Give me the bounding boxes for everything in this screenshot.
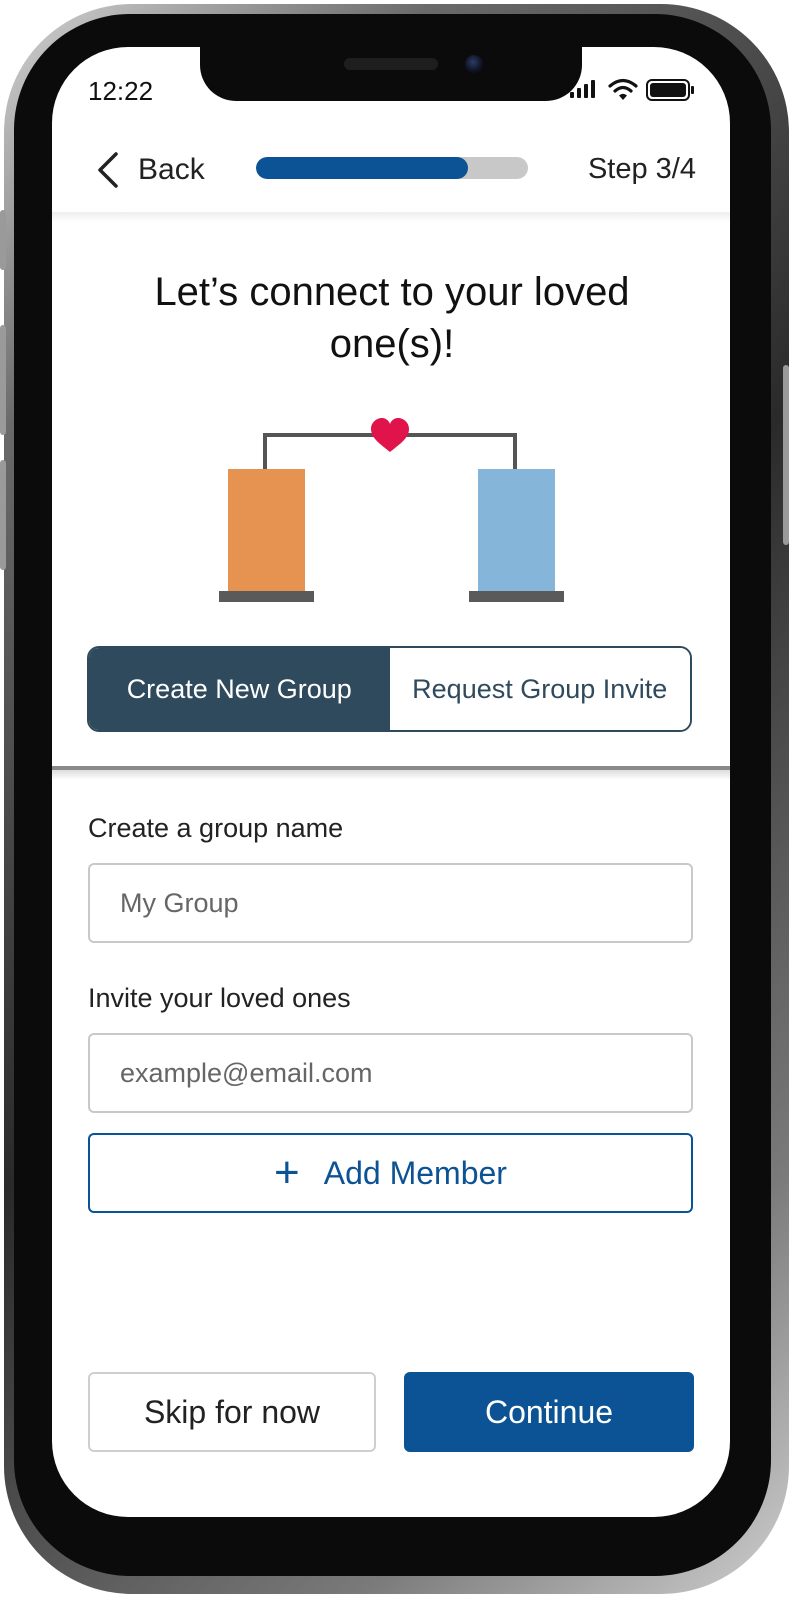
- progress-bar: [256, 157, 528, 179]
- group-name-label: Create a group name: [88, 813, 344, 843]
- loved-one-right-figure: [478, 469, 555, 593]
- tab-create-new-group[interactable]: Create New Group: [89, 648, 390, 730]
- invite-label: Invite your loved ones: [88, 983, 351, 1013]
- divider-shadow: [52, 770, 730, 780]
- notch: [200, 47, 582, 101]
- left-base: [219, 591, 314, 602]
- step-indicator: Step 3/4: [587, 153, 696, 185]
- power-button: [783, 365, 789, 545]
- plus-icon: +: [274, 1148, 300, 1197]
- wifi-icon: [608, 78, 638, 100]
- skip-button[interactable]: Skip for now: [88, 1372, 376, 1452]
- volume-up-button: [0, 325, 6, 435]
- back-label: Back: [138, 153, 205, 186]
- speaker-grille: [344, 58, 438, 70]
- invite-email-input[interactable]: [88, 1033, 693, 1113]
- volume-down-button: [0, 460, 6, 570]
- add-member-label: Add Member: [323, 1154, 507, 1191]
- right-base: [469, 591, 564, 602]
- chevron-left-icon: [98, 152, 118, 188]
- battery-icon: [646, 79, 694, 101]
- status-icons: [570, 78, 700, 104]
- header-shadow: [52, 212, 730, 222]
- tab-request-group-invite[interactable]: Request Group Invite: [389, 648, 690, 730]
- page-title: Let’s connect to your loved one(s)!: [154, 270, 630, 366]
- group-name-input[interactable]: [88, 863, 693, 943]
- continue-button[interactable]: Continue: [404, 1372, 694, 1452]
- progress-fill: [256, 157, 469, 179]
- mute-switch: [0, 210, 6, 270]
- front-camera: [465, 55, 483, 73]
- status-time: 12:22: [88, 76, 154, 106]
- add-member-button[interactable]: + Add Member: [88, 1133, 693, 1213]
- group-mode-toggle: Create New Group Request Group Invite: [87, 646, 692, 732]
- back-button[interactable]: Back: [94, 150, 205, 190]
- connection-illustration: [219, 418, 564, 602]
- heart-icon: [371, 418, 409, 452]
- loved-one-left-figure: [228, 469, 305, 593]
